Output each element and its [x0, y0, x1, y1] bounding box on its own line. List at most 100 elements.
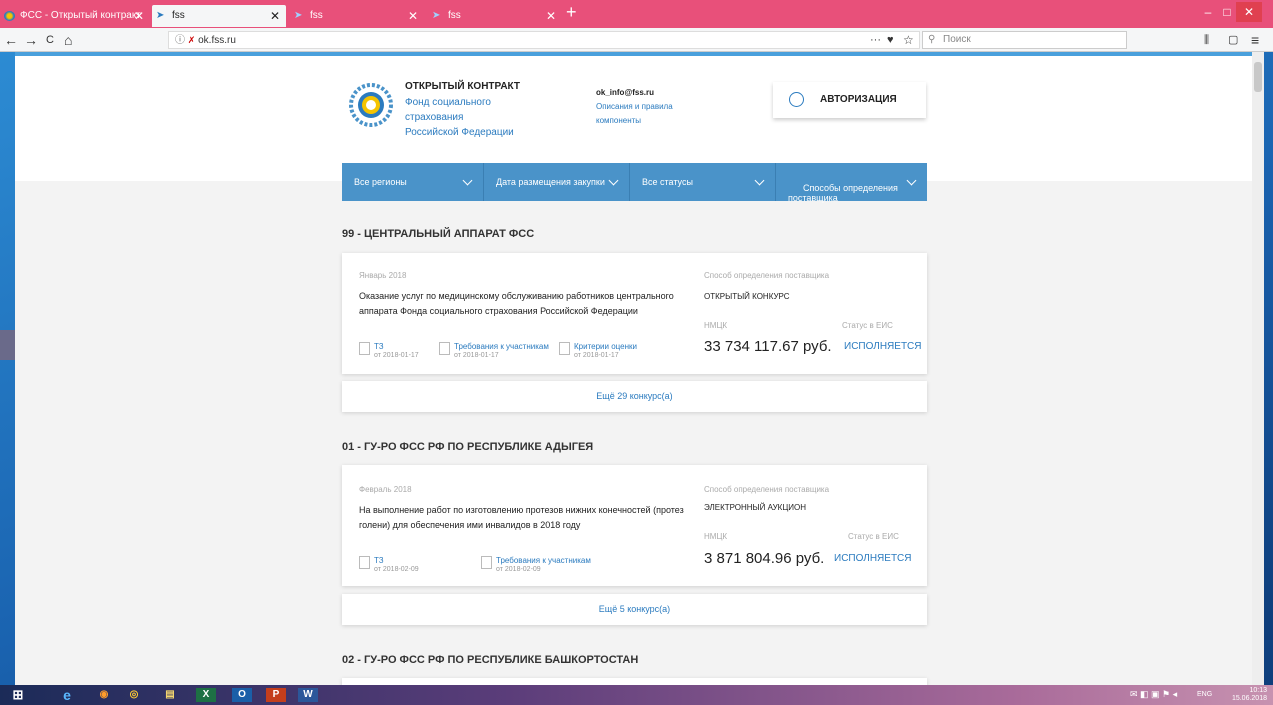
- word-icon[interactable]: W: [298, 688, 318, 702]
- scrollbar-thumb[interactable]: [1254, 62, 1262, 92]
- chevron-down-icon: [906, 175, 917, 186]
- info-icon[interactable]: ⓘ: [175, 35, 185, 46]
- procurement-card[interactable]: Февраль 2018 На выполнение работ по изго…: [342, 465, 927, 586]
- file-explorer-icon[interactable]: ▤: [160, 688, 180, 702]
- start-button[interactable]: ⊞: [8, 688, 28, 702]
- page-scrollbar[interactable]: [1252, 52, 1264, 685]
- procurement-card[interactable]: Январь 2018 Оказание услуг по медицинско…: [342, 253, 927, 374]
- chevron-down-icon: [462, 175, 473, 186]
- sidebar-icon[interactable]: ▢: [1228, 30, 1238, 50]
- method-label: Способ определения поставщика: [704, 271, 830, 280]
- help-link[interactable]: Описания и правила: [596, 100, 673, 114]
- price-label: НМЦК: [704, 532, 728, 541]
- minimize-button[interactable]: –: [1198, 2, 1218, 22]
- method-value: ЭЛЕКТРОННЫЙ АУКЦИОН: [704, 503, 807, 512]
- org-line-2: страхования: [405, 112, 464, 123]
- contact-email[interactable]: ok_info@fss.ru: [596, 86, 654, 100]
- chevron-down-icon: [608, 175, 619, 186]
- firefox-icon[interactable]: ◉: [94, 688, 114, 702]
- fss-logo-icon: [349, 83, 393, 127]
- document-icon: [359, 556, 370, 569]
- back-button[interactable]: ←: [4, 30, 18, 50]
- clock[interactable]: 10:13 15.06.2018: [1232, 687, 1267, 703]
- url-text: ok.fss.ru: [198, 35, 236, 46]
- section-title-99: 99 - ЦЕНТРАЛЬНЫЙ АППАРАТ ФСС: [342, 228, 535, 240]
- doc-link-requirements[interactable]: Требования к участникам от 2018-02-09: [481, 556, 611, 574]
- outlook-icon[interactable]: O: [232, 688, 252, 702]
- home-button[interactable]: ⌂: [64, 30, 72, 50]
- close-tab-icon[interactable]: ✕: [270, 5, 280, 27]
- status-badge: ИСПОЛНЯЕТСЯ: [834, 553, 912, 564]
- reload-button[interactable]: C: [46, 30, 54, 50]
- org-line-1: Фонд социального: [405, 97, 491, 108]
- show-more-link[interactable]: Ещё 5 конкурс(а): [342, 594, 927, 625]
- forward-button[interactable]: →: [24, 30, 38, 50]
- powerpoint-icon[interactable]: P: [266, 688, 286, 702]
- windows-taskbar: ⊞ e ◉ ◎ ▤ X O P W ✉ ◧ ▣ ⚑ ◂ ENG 10:13 15…: [0, 685, 1273, 705]
- page-viewport: ОТКРЫТЫЙ КОНТРАКТ Фонд социального страх…: [15, 56, 1252, 685]
- price-value: 33 734 117.67 руб.: [704, 338, 832, 355]
- chevron-down-icon: [754, 175, 765, 186]
- library-icon[interactable]: ⫼: [1204, 30, 1209, 50]
- fss-favicon-icon: [4, 11, 15, 21]
- tab-fss-active[interactable]: ➤ fss ✕: [152, 5, 286, 27]
- document-icon: [439, 342, 450, 355]
- close-window-button[interactable]: ✕: [1236, 2, 1262, 22]
- authorization-button[interactable]: АВТОРИЗАЦИЯ: [773, 82, 926, 118]
- url-bar[interactable]: ⓘ ✗ ok.fss.ru: [168, 31, 920, 49]
- close-tab-icon[interactable]: ✕: [408, 5, 418, 27]
- excel-icon[interactable]: X: [196, 688, 216, 702]
- status-label: Статус в ЕИС: [842, 321, 893, 330]
- browser-nav-bar: ← → C ⌂ ⓘ ✗ ok.fss.ru ··· ♥ ☆ ⚲ Поиск ⫼ …: [0, 28, 1273, 52]
- status-label: Статус в ЕИС: [848, 532, 899, 541]
- close-tab-icon[interactable]: ✕: [546, 5, 556, 27]
- org-line-3: Российской Федерации: [405, 127, 514, 138]
- section-title-02: 02 - ГУ-РО ФСС РФ ПО РЕСПУБЛИКЕ БАШКОРТО…: [342, 654, 639, 666]
- close-tab-icon[interactable]: ✕: [134, 5, 144, 27]
- method-label: Способ определения поставщика: [704, 485, 830, 494]
- maximize-button[interactable]: □: [1218, 2, 1236, 22]
- menu-icon[interactable]: ≡: [1251, 30, 1259, 50]
- filter-statuses[interactable]: Все статусы: [630, 163, 776, 201]
- language-indicator[interactable]: ENG: [1197, 691, 1212, 698]
- pocket-icon[interactable]: ♥: [887, 30, 894, 50]
- card-description[interactable]: Оказание услуг по медицинскому обслужива…: [359, 289, 689, 319]
- filter-regions[interactable]: Все регионы: [342, 163, 484, 201]
- filter-date[interactable]: Дата размещения закупки: [484, 163, 630, 201]
- doc-link-tz[interactable]: ТЗ от 2018-02-09: [359, 556, 429, 574]
- ie-icon[interactable]: e: [57, 688, 77, 702]
- desktop-decoration-right: [1264, 160, 1273, 640]
- search-icon: ⚲: [928, 34, 936, 45]
- browser-tab-bar: ФСС - Открытый контракт ✕ ➤ fss ✕ ➤ fss …: [0, 0, 1273, 28]
- doc-link-tz[interactable]: ТЗ от 2018-01-17: [359, 342, 429, 360]
- bird-favicon-icon: ➤: [156, 10, 165, 21]
- procurement-card[interactable]: [342, 678, 927, 685]
- method-value: ОТКРЫТЫЙ КОНКУРС: [704, 292, 790, 301]
- card-date: Январь 2018: [359, 271, 407, 280]
- filter-bar: Все регионы Дата размещения закупки Все …: [342, 163, 927, 203]
- document-icon: [559, 342, 570, 355]
- new-tab-button[interactable]: +: [566, 2, 577, 23]
- desktop-decoration: [0, 330, 15, 360]
- status-badge: ИСПОЛНЯЕТСЯ: [844, 341, 922, 352]
- tab-fss-open-contract[interactable]: ФСС - Открытый контракт ✕: [0, 5, 150, 27]
- system-tray-icons[interactable]: ✉ ◧ ▣ ⚑ ◂: [1130, 689, 1177, 700]
- insecure-lock-icon: ✗: [187, 35, 196, 45]
- tab-fss-2[interactable]: ➤ fss ✕: [290, 5, 424, 27]
- help-link-components[interactable]: компоненты: [596, 114, 641, 128]
- filter-supplier-methods[interactable]: Способы определения поставщика: [776, 163, 927, 203]
- site-title: ОТКРЫТЫЙ КОНТРАКТ: [405, 81, 520, 92]
- price-label: НМЦК: [704, 321, 728, 330]
- price-value: 3 871 804.96 руб.: [704, 550, 825, 567]
- show-more-link[interactable]: Ещё 29 конкурс(а): [342, 381, 927, 412]
- search-input[interactable]: ⚲ Поиск: [922, 31, 1127, 49]
- tab-fss-3[interactable]: ➤ fss ✕: [428, 5, 562, 27]
- login-arrow-icon: [789, 92, 804, 107]
- page-actions-button[interactable]: ···: [870, 30, 881, 50]
- chrome-icon[interactable]: ◎: [124, 688, 144, 702]
- card-description[interactable]: На выполнение работ по изготовлению прот…: [359, 503, 689, 533]
- bookmark-star-icon[interactable]: ☆: [903, 30, 914, 50]
- bird-favicon-icon: ➤: [432, 10, 441, 21]
- doc-link-criteria[interactable]: Критерии оценки от 2018-01-17: [559, 342, 669, 360]
- doc-link-requirements[interactable]: Требования к участникам от 2018-01-17: [439, 342, 559, 360]
